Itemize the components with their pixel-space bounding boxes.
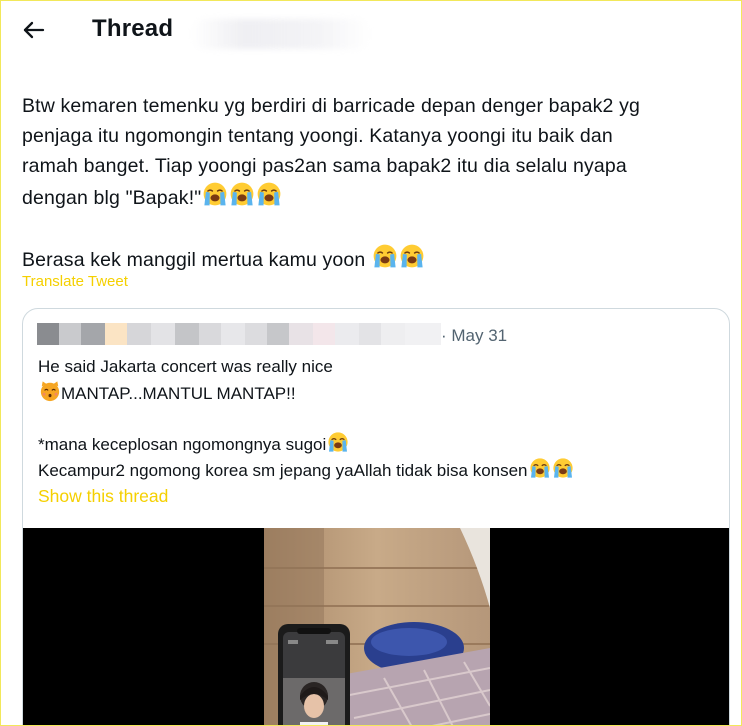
pixelation-block [359,323,381,345]
pixelation-block [313,323,335,345]
loudly-crying-face-icon [327,431,349,453]
tweet-line-text: dengan blg "Bapak!" [22,187,202,209]
tweet-line-with-emoji: Berasa kek manggil mertua kamu yoon [22,243,722,275]
loudly-crying-face-icon [552,457,574,479]
pixelation-block [105,323,127,345]
page-title: Thread [92,15,174,42]
pixelation-block [221,323,245,345]
pixelated-avatar [37,323,59,345]
quoted-tweet-date[interactable]: · May 31 [441,326,507,346]
pixelation-block [405,323,441,345]
quote-line: He said Jakarta concert was really nice [38,357,333,376]
pixelation-block [245,323,267,345]
quote-line-with-emoji: Kecampur2 ngomong korea sm jepang yaAlla… [38,457,718,484]
quote-line-with-emoji: *mana keceplosan ngomongnya sugoi [38,431,718,458]
tweet-line: ramah banget. Tiap yoongi pas2an sama ba… [22,155,627,177]
quote-line-text: *mana keceplosan ngomongnya sugoi [38,434,327,454]
pixelation-block [267,323,289,345]
back-button[interactable] [19,15,51,45]
loudly-crying-face-icon [256,181,282,207]
video-frame[interactable] [264,528,490,725]
thread-header: Thread [1,1,741,59]
quoted-tweet-card[interactable]: · May 31 He said Jakarta concert was rea… [22,308,730,725]
pixelation-block [335,323,359,345]
loudly-crying-face-icon [399,243,425,269]
quoted-tweet-text: He said Jakarta concert was really nice … [38,355,718,484]
pixelation-block [381,323,405,345]
pixelation-block [175,323,199,345]
loudly-crying-face-icon [229,181,255,207]
thread-page: Thread Btw kemaren temenku yg berdiri di… [0,0,742,726]
arrow-left-icon [23,21,45,39]
tweet-line-text: Berasa kek manggil mertua kamu yoon [22,249,366,271]
quote-line-text: MANTAP...MANTUL MANTAP!! [61,383,296,403]
pixelation-block [81,323,105,345]
tweet-spacer [22,213,722,243]
pixelation-block [151,323,175,345]
pixelation-block [127,323,151,345]
kissing-cat-face-icon [39,380,61,402]
quote-line-text: Kecampur2 ngomong korea sm jepang yaAlla… [38,461,528,480]
translate-tweet-link[interactable]: Translate Tweet [22,273,128,290]
loudly-crying-face-icon [202,181,228,207]
tweet-line-with-emoji: dengan blg "Bapak!" [22,181,722,213]
blurred-header-area [191,19,371,49]
quote-spacer [38,406,718,431]
loudly-crying-face-icon [372,243,398,269]
tweet-line: penjaga itu ngomongin tentang yoongi. Ka… [22,125,613,147]
tweet-text: Btw kemaren temenku yg berdiri di barric… [22,91,722,275]
pixelation-block [289,323,313,345]
video-still-image [264,528,490,725]
loudly-crying-face-icon [529,457,551,479]
quoted-tweet-video[interactable] [23,528,729,725]
tweet-line: Btw kemaren temenku yg berdiri di barric… [22,95,641,117]
show-this-thread-link[interactable]: Show this thread [38,486,168,507]
pixelation-block [59,323,81,345]
quote-line-with-emoji: MANTAP...MANTUL MANTAP!! [38,380,718,407]
pixelation-block [199,323,221,345]
